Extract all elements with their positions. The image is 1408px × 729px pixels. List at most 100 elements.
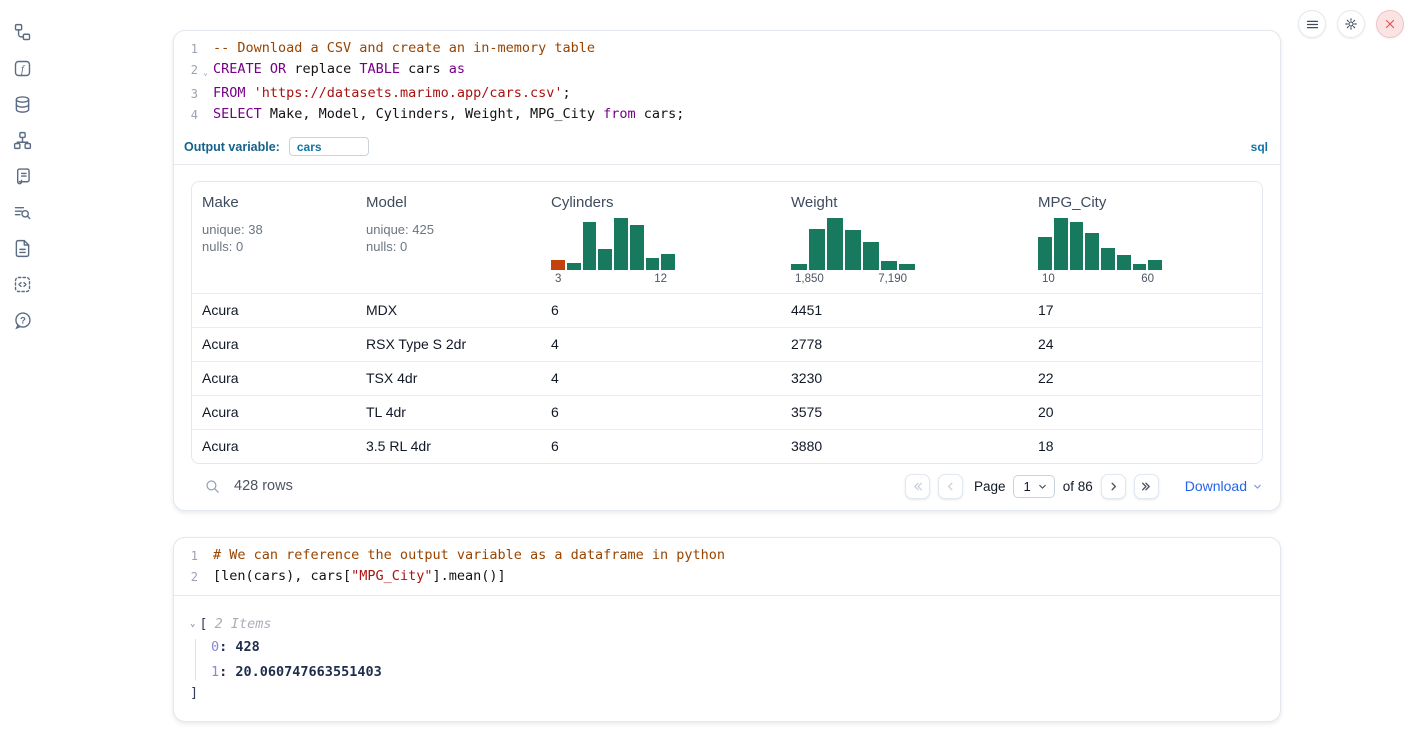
row-count-label: 428 rows [234,478,293,494]
table-cell: 4 [541,362,781,395]
table-cell: Acura [192,430,356,463]
column-title: Model [366,194,531,211]
table-row: Acura3.5 RL 4dr6388018 [192,430,1262,463]
language-badge: sql [1251,140,1268,154]
tree-entry-separator: : [219,639,235,655]
code-token: SELECT [213,106,262,122]
table-cell: Acura [192,328,356,361]
table-footer: 428 rows Page 1 [191,464,1263,510]
chevron-down-icon [1037,481,1048,492]
tree-root: ⌄ [ 2 Items [190,616,1264,632]
code-token: ].mean()] [432,568,505,584]
open-bracket: [ [199,616,207,632]
column-header[interactable]: Make unique: 38nulls: 0 [192,182,356,293]
close-bracket: ] [190,685,1264,701]
histogram-axis-labels: 312 [551,273,675,285]
download-button[interactable]: Download [1185,478,1263,494]
dependency-graph-icon[interactable] [11,129,33,151]
code-token [262,61,270,77]
column-stat-line: unique: 425 [366,222,531,239]
code-token: replace [286,61,359,77]
column-header[interactable]: Model unique: 425nulls: 0 [356,182,541,293]
close-icon[interactable] [1376,10,1404,38]
data-table: Make unique: 38nulls: 0 Model unique: 425nu… [191,181,1263,464]
histogram-bar [567,263,581,270]
notebook-body: 1 -- Download a CSV and create an in-memo… [173,30,1281,722]
table-cell: 2778 [781,328,1028,361]
code-text: FROM 'https://datasets.marimo.app/cars.c… [213,83,571,103]
python-output-area: ⌄ [ 2 Items 0: 4281: 20.060747663551403 … [174,596,1280,721]
table-cell: 22 [1028,362,1262,395]
table-body: AcuraMDX6445117AcuraRSX Type S 2dr427782… [192,294,1262,463]
search-icon[interactable] [204,478,221,495]
code-token: Make, Model, Cylinders, Weight, MPG_City [262,106,603,122]
line-number: 1 [174,38,198,59]
histogram-bars [791,218,915,270]
histogram-bar [614,218,628,270]
histogram-max-label: 60 [1141,273,1154,285]
code-line: 3FROM 'https://datasets.marimo.app/cars.… [174,83,1280,104]
pagination: Page 1 of 86 [905,474,1263,499]
histogram-min-label: 1,850 [795,273,824,285]
histogram-bars [1038,218,1162,270]
table-cell: 6 [541,430,781,463]
column-title: Make [202,194,346,211]
table-cell: 4451 [781,294,1028,327]
scratchpad-icon[interactable] [11,165,33,187]
svg-text:f: f [21,64,26,75]
code-token: CREATE [213,61,262,77]
tree-entry-key: 1 [211,664,219,680]
table-header-row: Make unique: 38nulls: 0 Model unique: 425nu… [192,182,1262,294]
column-stats: unique: 425nulls: 0 [366,222,531,255]
table-output-area: Make unique: 38nulls: 0 Model unique: 425nu… [174,165,1280,510]
table-cell: 3.5 RL 4dr [356,430,541,463]
items-count-label: 2 Items [215,616,272,632]
function-icon[interactable]: f [11,57,33,79]
next-page-button[interactable] [1101,474,1126,499]
gear-icon[interactable] [1337,10,1365,38]
histogram-bar [827,218,843,270]
table-cell: 3575 [781,396,1028,429]
previous-page-button[interactable] [938,474,963,499]
documentation-icon[interactable] [11,237,33,259]
column-header[interactable]: Cylinders312 [541,182,781,293]
code-token: cars; [636,106,685,122]
histogram-bar [1117,255,1131,270]
first-page-button[interactable] [905,474,930,499]
sidebar-panel-toolbar: f ? [0,0,44,729]
column-header[interactable]: MPG_City1060 [1028,182,1262,293]
fold-icon[interactable]: ⌄ [198,59,213,83]
sql-cell: 1 -- Download a CSV and create an in-memo… [173,30,1281,511]
help-icon[interactable]: ? [11,309,33,331]
notebook-actions [1298,10,1404,38]
page-select[interactable]: 1 [1013,475,1054,498]
histogram-bar [1054,218,1068,270]
table-cell: 3230 [781,362,1028,395]
histogram-bar [583,222,597,270]
output-variable-input[interactable] [289,137,369,156]
file-tree-icon[interactable] [11,21,33,43]
last-page-button[interactable] [1134,474,1159,499]
histogram-bar [1133,264,1147,270]
code-token: [len(cars), cars[ [213,568,351,584]
snippets-icon[interactable] [11,273,33,295]
code-text: -- Download a CSV and create an in-memor… [213,38,595,58]
download-label: Download [1185,478,1247,494]
table-cell: 4 [541,328,781,361]
python-code-editor[interactable]: 1# We can reference the output variable … [174,538,1280,596]
fold-slot [198,38,213,42]
logs-icon[interactable] [11,201,33,223]
tree-expand-icon[interactable]: ⌄ [190,619,195,629]
column-header[interactable]: Weight1,8507,190 [781,182,1028,293]
code-token: # We can reference the output variable a… [213,547,725,563]
column-stats: unique: 38nulls: 0 [202,222,346,255]
table-cell: 17 [1028,294,1262,327]
histogram-min-label: 3 [555,273,561,285]
line-number: 2 [174,59,198,80]
database-icon[interactable] [11,93,33,115]
sql-code-editor[interactable]: 1 -- Download a CSV and create an in-memo… [174,31,1280,133]
page-total-label: of 86 [1063,479,1093,494]
histogram-bar [899,264,915,270]
line-number: 4 [174,104,198,125]
menu-icon[interactable] [1298,10,1326,38]
